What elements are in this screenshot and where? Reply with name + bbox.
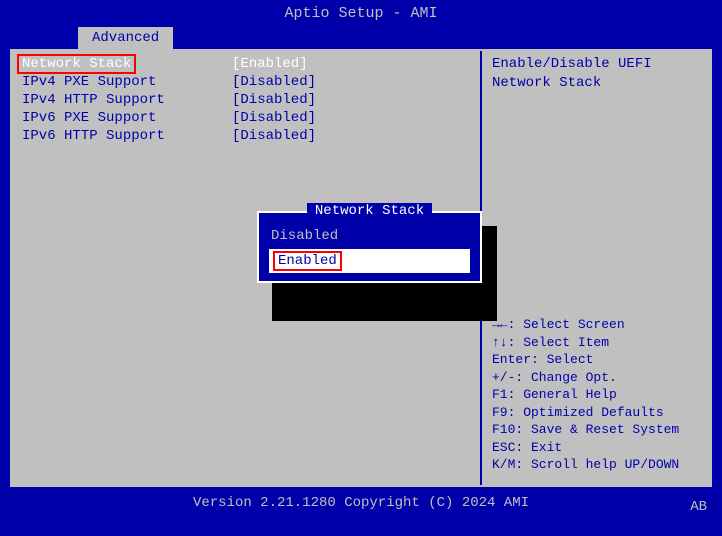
setting-value: [Enabled] [232, 56, 308, 72]
help-key-line: F1: General Help [492, 386, 700, 404]
popup-dialog: Network Stack Disabled Enabled [257, 211, 482, 283]
tab-advanced[interactable]: Advanced [78, 27, 173, 49]
help-keys: →←: Select Screen ↑↓: Select Item Enter:… [492, 316, 700, 474]
bios-header: Aptio Setup - AMI [0, 0, 722, 27]
setting-ipv4-http[interactable]: IPv4 HTTP Support [Disabled] [22, 92, 470, 108]
help-panel: Enable/Disable UEFI Network Stack →←: Se… [480, 51, 710, 485]
setting-label: IPv6 PXE Support [22, 110, 232, 126]
help-key-line: ESC: Exit [492, 439, 700, 457]
setting-value: [Disabled] [232, 110, 316, 126]
header-title: Aptio Setup - AMI [284, 5, 437, 22]
help-key-line: K/M: Scroll help UP/DOWN [492, 456, 700, 474]
main-content: Network Stack [Enabled] IPv4 PXE Support… [10, 49, 712, 487]
setting-ipv4-pxe[interactable]: IPv4 PXE Support [Disabled] [22, 74, 470, 90]
tab-bar: Advanced [0, 27, 722, 49]
help-key-line: F9: Optimized Defaults [492, 404, 700, 422]
help-description-1: Enable/Disable UEFI [492, 56, 700, 72]
footer-version: Version 2.21.1280 Copyright (C) 2024 AMI [193, 495, 529, 511]
highlight-box: Enabled [273, 251, 342, 271]
setting-network-stack[interactable]: Network Stack [Enabled] [22, 56, 470, 72]
setting-label: IPv4 PXE Support [22, 74, 232, 90]
setting-value: [Disabled] [232, 74, 316, 90]
help-key-line: Enter: Select [492, 351, 700, 369]
setting-value: [Disabled] [232, 128, 316, 144]
popup-option-disabled[interactable]: Disabled [261, 226, 478, 246]
help-key-line: F10: Save & Reset System [492, 421, 700, 439]
highlight-box: Network Stack [17, 54, 136, 74]
setting-ipv6-http[interactable]: IPv6 HTTP Support [Disabled] [22, 128, 470, 144]
setting-label: IPv6 HTTP Support [22, 128, 232, 144]
setting-label: Network Stack [22, 56, 131, 72]
setting-ipv6-pxe[interactable]: IPv6 PXE Support [Disabled] [22, 110, 470, 126]
setting-label: IPv4 HTTP Support [22, 92, 232, 108]
help-key-line: +/-: Change Opt. [492, 369, 700, 387]
help-key-line: ↑↓: Select Item [492, 334, 700, 352]
popup-title: Network Stack [261, 203, 478, 219]
popup-option-enabled[interactable]: Enabled [269, 249, 470, 273]
help-key-line: →←: Select Screen [492, 316, 700, 334]
footer-marker: AB [690, 499, 707, 515]
bios-footer: Version 2.21.1280 Copyright (C) 2024 AMI… [0, 487, 722, 519]
setting-value: [Disabled] [232, 92, 316, 108]
help-description-2: Network Stack [492, 75, 700, 91]
